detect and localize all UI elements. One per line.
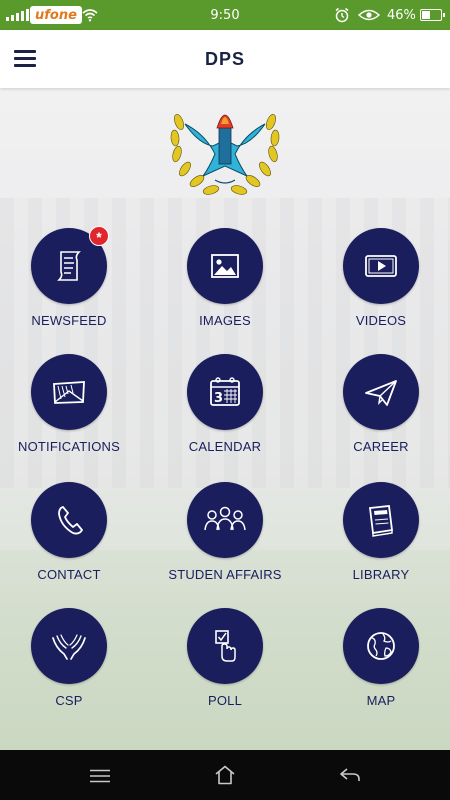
scroll-icon (57, 251, 81, 281)
phone-icon (58, 506, 83, 535)
map-button[interactable] (343, 608, 419, 684)
tile-label: LIBRARY (352, 567, 410, 582)
images-button[interactable] (187, 228, 263, 304)
tile-calendar[interactable]: 3 CALENDAR (150, 354, 300, 454)
tile-label: VIDEOS (355, 313, 407, 328)
students-icon (204, 506, 246, 531)
eye-icon (358, 9, 380, 21)
tile-poll[interactable]: POLL (150, 608, 300, 708)
tile-videos[interactable]: VIDEOS (306, 228, 450, 328)
globe-icon (367, 632, 395, 660)
student-affairs-button[interactable] (187, 482, 263, 558)
app-title: DPS (204, 49, 245, 69)
app-bar: DPS (0, 30, 450, 88)
battery-icon (420, 9, 445, 21)
videos-button[interactable] (343, 228, 419, 304)
alarm-icon (335, 7, 349, 23)
tile-csp[interactable]: CSP (0, 608, 144, 708)
tile-label: IMAGES (199, 313, 251, 328)
system-nav-bar (0, 750, 450, 800)
tile-contact[interactable]: CONTACT (0, 482, 144, 582)
tile-label: MAP (366, 693, 396, 708)
tile-images[interactable]: IMAGES (150, 228, 300, 328)
contact-button[interactable] (31, 482, 107, 558)
csp-button[interactable] (31, 608, 107, 684)
calendar-icon: 3 (210, 377, 240, 406)
status-time: 9:50 (210, 8, 240, 23)
newsfeed-button[interactable]: * (31, 226, 109, 304)
tile-label: POLL (207, 693, 243, 708)
tile-label: CONTACT (37, 567, 101, 582)
status-bar: ufone 9:50 46% (0, 0, 450, 30)
tile-newsfeed[interactable]: * NEWSFEED (0, 226, 144, 328)
svg-text:3: 3 (214, 391, 223, 406)
tile-label: CSP (55, 693, 83, 708)
tile-label: CAREER (353, 439, 409, 454)
tile-map[interactable]: MAP (306, 608, 450, 708)
tile-notifications[interactable]: NOTIFICATIONS (0, 354, 144, 454)
home-icon[interactable] (214, 765, 236, 785)
back-icon[interactable] (339, 767, 361, 783)
school-crest-logo (170, 114, 280, 195)
tile-label: STUDEN AFFAIRS (168, 567, 282, 582)
image-icon (211, 254, 239, 278)
envelope-icon (53, 381, 85, 404)
paper-plane-icon (365, 380, 397, 406)
menu-icon[interactable] (89, 769, 111, 783)
tile-student-affairs[interactable]: STUDEN AFFAIRS (150, 482, 300, 582)
tile-label: NOTIFICATIONS (17, 439, 121, 454)
career-button[interactable] (343, 354, 419, 430)
calendar-button[interactable]: 3 (187, 354, 263, 430)
notifications-button[interactable] (31, 354, 107, 430)
home-grid-area: * NEWSFEED IMAGES VIDEOS NOTIFICATIONS 3… (0, 88, 450, 750)
poll-button[interactable] (187, 608, 263, 684)
book-icon (368, 505, 394, 537)
tile-label: NEWSFEED (31, 313, 107, 328)
video-icon (365, 255, 397, 277)
tile-career[interactable]: CAREER (306, 354, 450, 454)
vote-icon (215, 630, 236, 662)
newsfeed-badge: * (89, 226, 109, 246)
library-button[interactable] (343, 482, 419, 558)
battery-percent: 46% (387, 8, 416, 23)
tile-label: CALENDAR (188, 439, 262, 454)
hands-icon (52, 634, 86, 660)
tile-library[interactable]: LIBRARY (306, 482, 450, 582)
